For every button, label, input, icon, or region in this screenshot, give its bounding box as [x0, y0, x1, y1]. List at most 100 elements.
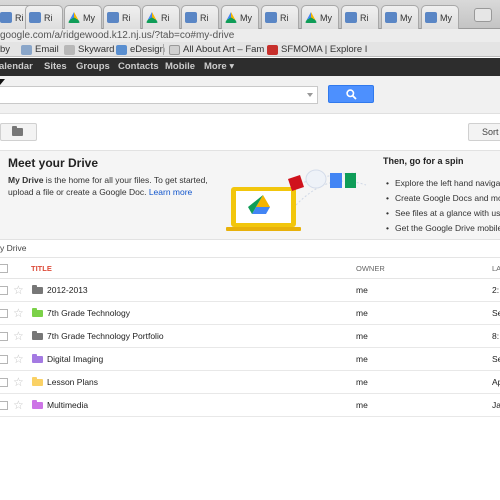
folder-icon	[32, 285, 43, 294]
gbar-more[interactable]: More ▾	[204, 58, 234, 76]
file-modified: 8:	[492, 331, 500, 341]
star-icon[interactable]: ☆	[13, 306, 24, 320]
tips-list: Explore the left hand naviga Create Goog…	[386, 176, 500, 236]
tab-label: Ri	[15, 12, 24, 23]
browser-tab[interactable]: My	[64, 5, 102, 29]
school-icon	[107, 12, 119, 23]
file-name[interactable]: 7th Grade Technology	[47, 302, 130, 325]
drive-page: Ri Ri My Ri Ri Ri My Ri My Ri My My goog…	[0, 0, 500, 500]
row-checkbox[interactable]	[0, 286, 8, 295]
new-tab-button[interactable]	[474, 8, 492, 22]
bookmark-item[interactable]: by	[0, 43, 10, 56]
search-options-icon[interactable]	[307, 93, 313, 97]
modified-column-header[interactable]: LA	[492, 258, 500, 279]
tab-label: My	[240, 12, 252, 23]
address-bar[interactable]: google.com/a/ridgewood.k12.nj.us/?tab=co…	[0, 29, 500, 42]
gbar-groups[interactable]: Groups	[76, 58, 110, 76]
row-checkbox[interactable]	[0, 332, 8, 341]
browser-tab[interactable]: My	[421, 5, 459, 29]
star-icon[interactable]: ☆	[13, 375, 24, 389]
tip-item[interactable]: Create Google Docs and mo	[386, 191, 500, 206]
bookmark-label: SFMOMA | Explore I	[281, 44, 368, 55]
browser-tab[interactable]: Ri	[261, 5, 299, 29]
search-input[interactable]	[0, 86, 318, 104]
tab-label: Ri	[200, 12, 209, 23]
tip-item[interactable]: Explore the left hand naviga	[386, 176, 500, 191]
tab-label: My	[83, 12, 95, 23]
row-checkbox[interactable]	[0, 401, 8, 410]
folder-icon	[32, 377, 43, 386]
file-owner: me	[356, 285, 368, 295]
browser-tab[interactable]: Ri	[25, 5, 63, 29]
list-header: TITLE OWNER LA	[0, 257, 500, 279]
file-owner: me	[356, 308, 368, 318]
sort-button[interactable]: Sort	[468, 123, 500, 141]
bookmark-label: Skyward	[78, 44, 115, 55]
school-icon	[385, 12, 397, 23]
tip-item[interactable]: See files at a glance with us	[386, 206, 500, 221]
bookmark-item[interactable]: SFMOMA | Explore I	[267, 43, 367, 56]
row-checkbox[interactable]	[0, 355, 8, 364]
star-icon[interactable]: ☆	[13, 329, 24, 343]
page-icon	[169, 44, 180, 55]
skyward-icon	[64, 44, 75, 55]
browser-tab[interactable]: My	[381, 5, 419, 29]
breadcrumb[interactable]: y Drive	[0, 243, 26, 253]
bookmark-label: eDesign	[130, 44, 165, 55]
star-icon[interactable]: ☆	[13, 283, 24, 297]
file-row[interactable]: ☆ 7th Grade Technology me Se	[0, 302, 500, 325]
owner-column-header[interactable]: OWNER	[356, 258, 385, 279]
file-name[interactable]: 7th Grade Technology Portfolio	[47, 325, 164, 348]
file-row[interactable]: ☆ 7th Grade Technology Portfolio me 8:	[0, 325, 500, 348]
school-icon	[29, 12, 41, 23]
move-to-folder-button[interactable]	[0, 123, 37, 141]
drive-icon	[225, 12, 237, 23]
row-checkbox[interactable]	[0, 378, 8, 387]
gbar-contacts[interactable]: Contacts	[118, 58, 159, 76]
bookmark-item[interactable]: Skyward	[64, 43, 114, 56]
file-row[interactable]: ☆ Multimedia me Ja	[0, 394, 500, 417]
browser-tab[interactable]: Ri	[181, 5, 219, 29]
file-modified: Se	[492, 354, 500, 364]
tip-item[interactable]: Get the Google Drive mobile	[386, 221, 500, 236]
row-checkbox[interactable]	[0, 309, 8, 318]
folder-icon	[32, 400, 43, 409]
browser-tab[interactable]: Ri	[142, 5, 180, 29]
gbar-calendar[interactable]: alendar	[0, 58, 33, 76]
drive-toolbar: Sort	[0, 114, 500, 150]
file-row[interactable]: ☆ 2012-2013 me 2:	[0, 279, 500, 302]
bookmark-item[interactable]: Email	[21, 43, 59, 56]
file-owner: me	[356, 354, 368, 364]
welcome-text-bold: My Drive	[8, 175, 44, 185]
search-row	[0, 76, 500, 114]
welcome-panel: Meet your Drive My Drive is the home for…	[0, 150, 500, 240]
star-icon[interactable]: ☆	[13, 398, 24, 412]
file-modified: Ap	[492, 377, 500, 387]
tab-label: Ri	[44, 12, 53, 23]
bookmark-label: Email	[35, 44, 59, 55]
file-name[interactable]: Digital Imaging	[47, 348, 103, 371]
star-icon[interactable]: ☆	[13, 352, 24, 366]
bookmark-item[interactable]: eDesign	[116, 43, 165, 56]
title-column-header[interactable]: TITLE	[31, 258, 52, 279]
learn-more-link[interactable]: Learn more	[149, 187, 192, 197]
bookmark-item[interactable]: All About Art – Fam	[169, 43, 264, 56]
school-icon	[265, 12, 277, 23]
file-row[interactable]: ☆ Lesson Plans me Ap	[0, 371, 500, 394]
folder-icon	[32, 354, 43, 363]
bookmark-separator	[163, 44, 164, 55]
file-row[interactable]: ☆ Digital Imaging me Se	[0, 348, 500, 371]
sfmoma-icon	[267, 44, 278, 55]
browser-tab[interactable]: My	[221, 5, 259, 29]
file-name[interactable]: Multimedia	[47, 394, 88, 417]
search-button[interactable]	[328, 85, 374, 103]
browser-tab[interactable]: My	[301, 5, 339, 29]
tab-label: Ri	[161, 12, 170, 23]
file-name[interactable]: Lesson Plans	[47, 371, 98, 394]
gbar-mobile[interactable]: Mobile	[165, 58, 195, 76]
select-all-checkbox[interactable]	[0, 264, 8, 273]
file-name[interactable]: 2012-2013	[47, 279, 88, 302]
browser-tab[interactable]: Ri	[103, 5, 141, 29]
gbar-sites[interactable]: Sites	[44, 58, 67, 76]
browser-tab[interactable]: Ri	[341, 5, 379, 29]
